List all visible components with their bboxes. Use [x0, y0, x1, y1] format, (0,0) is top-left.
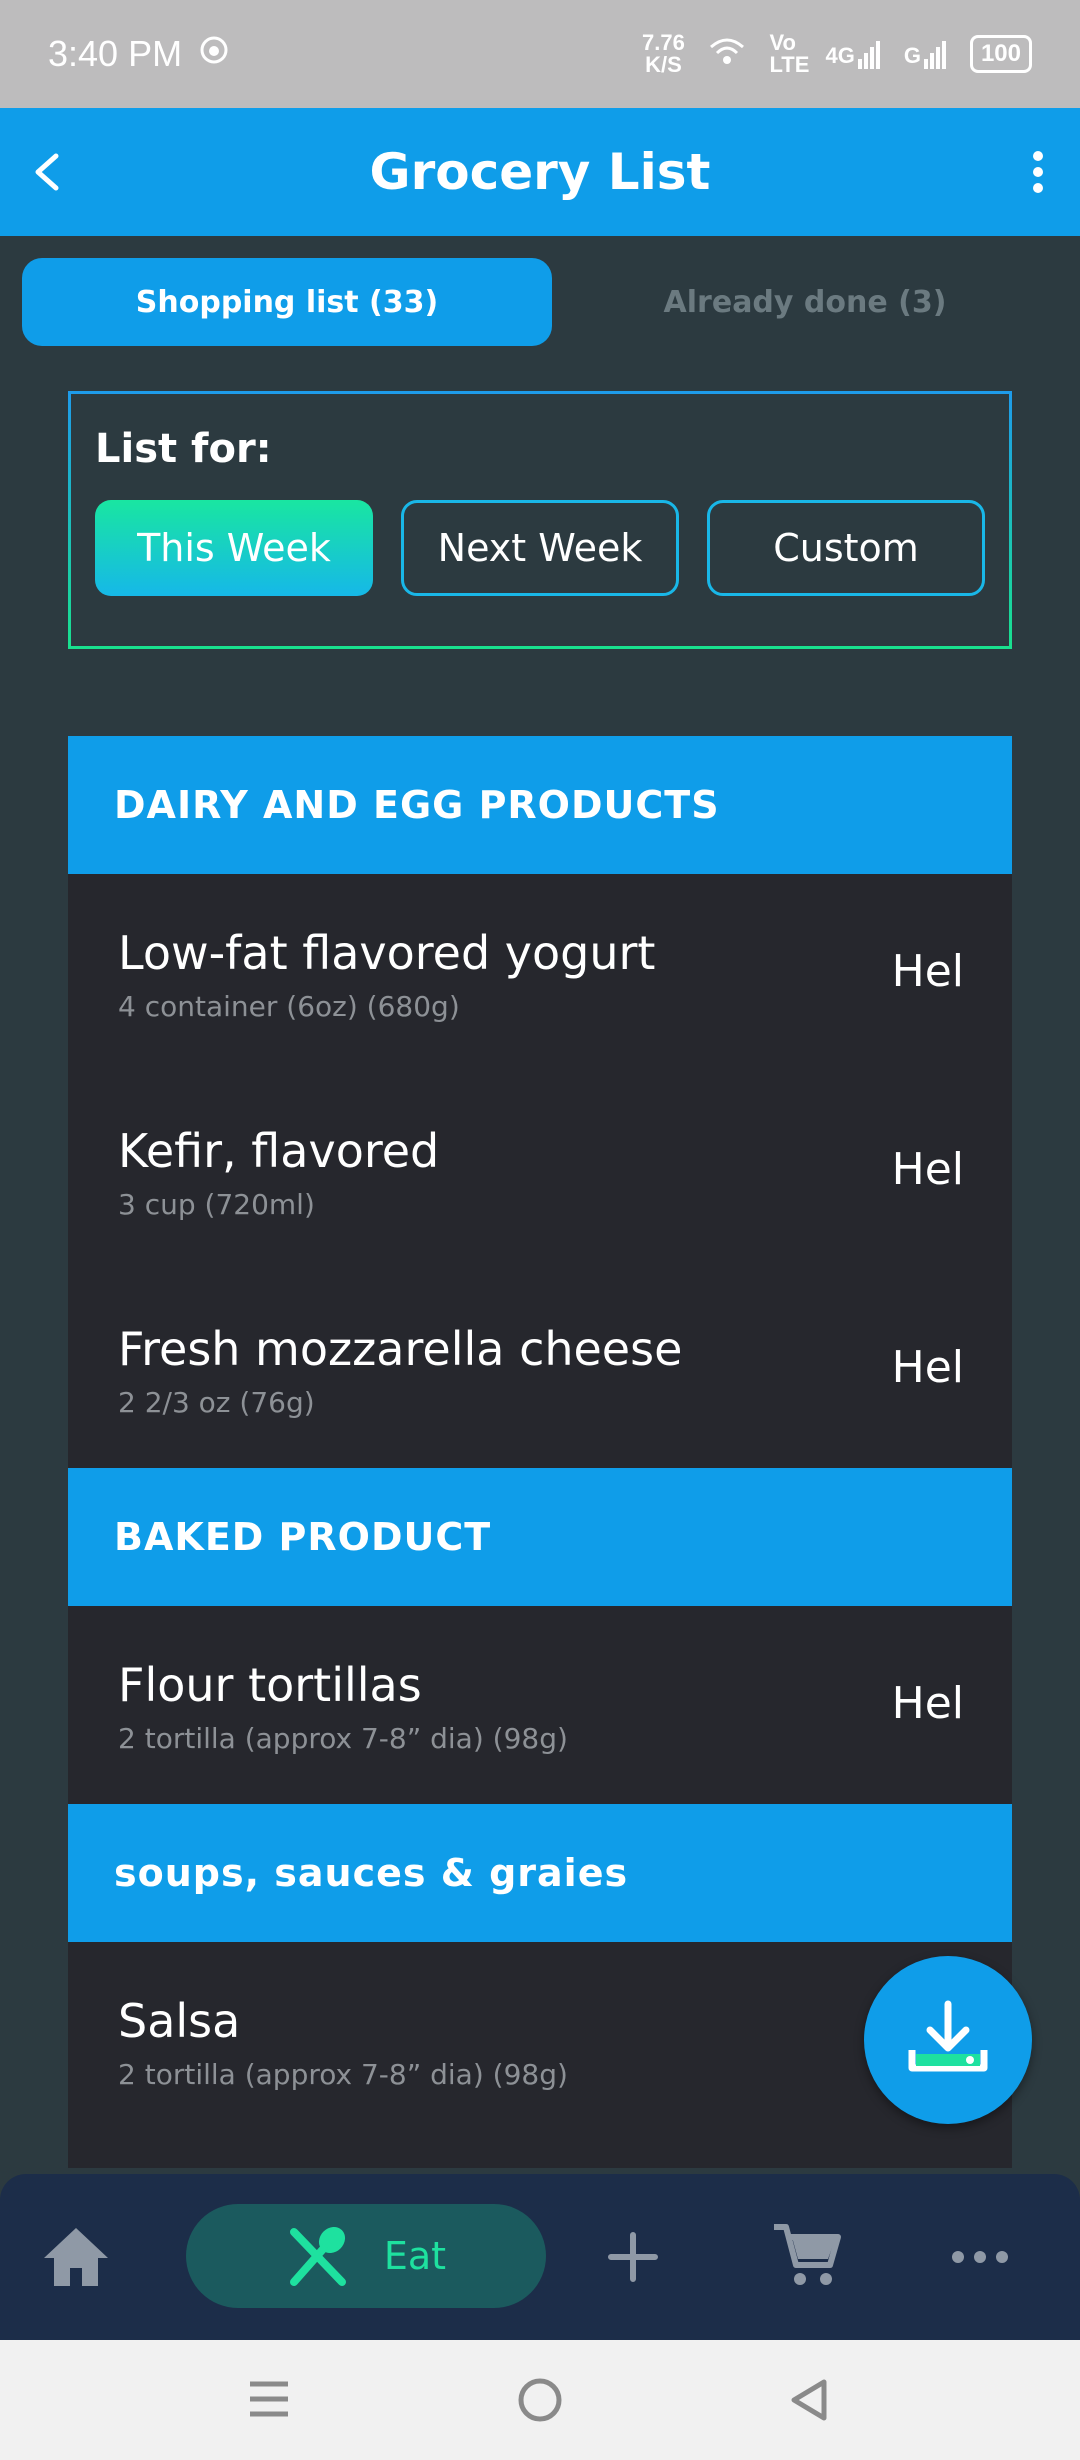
- list-for-panel: List for: This Week Next Week Custom: [68, 391, 1012, 649]
- list-item[interactable]: Low-fat flavored yogurt 4 container (6oz…: [68, 874, 1012, 1072]
- circle-home-icon: [518, 2378, 562, 2422]
- item-name: Kefir, flavored: [118, 1124, 440, 1178]
- network-4g: 4G: [825, 39, 881, 69]
- status-bar: 3:40 PM 7.76 K/S Vo LTE 4G G 100: [0, 0, 1080, 108]
- item-name: Salsa: [118, 1994, 241, 2048]
- period-next-week-button[interactable]: Next Week: [401, 500, 679, 596]
- list-item[interactable]: Kefir, flavored 3 cup (720ml) Hel: [68, 1072, 1012, 1270]
- menu-icon: [250, 2381, 288, 2417]
- tab-already-done[interactable]: Already done (3): [552, 258, 1058, 346]
- back-arrow-icon: [35, 153, 59, 191]
- item-name: Low-fat flavored yogurt: [118, 926, 656, 980]
- item-name: Fresh mozzarella cheese: [118, 1322, 683, 1376]
- period-custom-button[interactable]: Custom: [707, 500, 985, 596]
- item-action[interactable]: Hel: [892, 1342, 964, 1393]
- item-quantity: 2 tortilla (approx 7-8” dia) (98g): [118, 2058, 568, 2091]
- nav-add-button[interactable]: [600, 2214, 666, 2300]
- network-4g-label: 4G: [825, 43, 855, 68]
- nav-home-button[interactable]: [36, 2214, 116, 2300]
- download-fab[interactable]: [864, 1956, 1032, 2124]
- net-speed: 7.76 K/S: [642, 30, 685, 77]
- app-bar: Grocery List: [0, 108, 1080, 236]
- grocery-list: DAIRY AND EGG PRODUCTS Low-fat flavored …: [68, 736, 1012, 2168]
- nav-more-button[interactable]: [940, 2214, 1020, 2300]
- category-header: DAIRY AND EGG PRODUCTS: [68, 736, 1012, 874]
- item-quantity: 4 container (6oz) (680g): [118, 990, 460, 1023]
- recents-button[interactable]: [246, 2376, 292, 2427]
- bottom-navigation: Eat: [0, 2174, 1080, 2340]
- wifi-icon: [707, 35, 747, 73]
- more-vert-icon: [1033, 151, 1043, 193]
- list-tabs: Shopping list (33) Already done (3): [22, 258, 1058, 346]
- list-for-label: List for:: [95, 426, 272, 472]
- overflow-menu-button[interactable]: [1018, 142, 1058, 202]
- item-action[interactable]: Hel: [892, 1678, 964, 1729]
- notification-icon: [198, 33, 230, 75]
- item-action[interactable]: Hel: [892, 946, 964, 997]
- item-quantity: 3 cup (720ml): [118, 1188, 315, 1221]
- item-name: Flour tortillas: [118, 1658, 422, 1712]
- system-navigation-bar: [0, 2340, 1080, 2460]
- fork-knife-icon: [289, 2226, 346, 2286]
- home-icon: [44, 2228, 108, 2286]
- item-quantity: 2 tortilla (approx 7-8” dia) (98g): [118, 1722, 568, 1755]
- nav-eat-label: Eat: [383, 2234, 447, 2278]
- nav-eat-button[interactable]: Eat: [186, 2204, 546, 2308]
- tab-shopping-list[interactable]: Shopping list (33): [22, 258, 552, 346]
- nav-cart-button[interactable]: [766, 2210, 846, 2300]
- item-quantity: 2 2/3 oz (76g): [118, 1386, 315, 1419]
- period-selector: This Week Next Week Custom: [95, 500, 985, 596]
- network-g-label: G: [903, 43, 921, 68]
- download-icon: [908, 2000, 988, 2072]
- status-indicators: 7.76 K/S Vo LTE 4G G 100: [641, 32, 1032, 76]
- signal-icon: [857, 41, 880, 69]
- network-g: G: [904, 39, 948, 69]
- list-item[interactable]: Flour tortillas 2 tortilla (approx 7-8” …: [68, 1606, 1012, 1804]
- battery-icon: 100: [969, 35, 1032, 73]
- back-button[interactable]: [18, 142, 78, 202]
- status-time-group: 3:40 PM: [48, 33, 230, 75]
- home-system-button[interactable]: [516, 2376, 564, 2429]
- triangle-back-icon: [791, 2379, 827, 2421]
- list-item[interactable]: Fresh mozzarella cheese 2 2/3 oz (76g) H…: [68, 1270, 1012, 1468]
- page-title: Grocery List: [369, 143, 711, 201]
- item-action[interactable]: Hel: [892, 1144, 964, 1195]
- period-this-week-button[interactable]: This Week: [95, 500, 373, 596]
- category-header: BAKED PRODUCT: [68, 1468, 1012, 1606]
- back-system-button[interactable]: [786, 2376, 832, 2429]
- volte-label: Vo LTE: [769, 30, 810, 77]
- category-header: soups, sauces & graies: [68, 1804, 1012, 1942]
- cart-icon: [774, 2224, 841, 2285]
- more-icon: [952, 2251, 1008, 2263]
- status-time: 3:40 PM: [48, 33, 183, 74]
- plus-icon: [608, 2232, 658, 2282]
- signal-icon-2: [923, 41, 946, 69]
